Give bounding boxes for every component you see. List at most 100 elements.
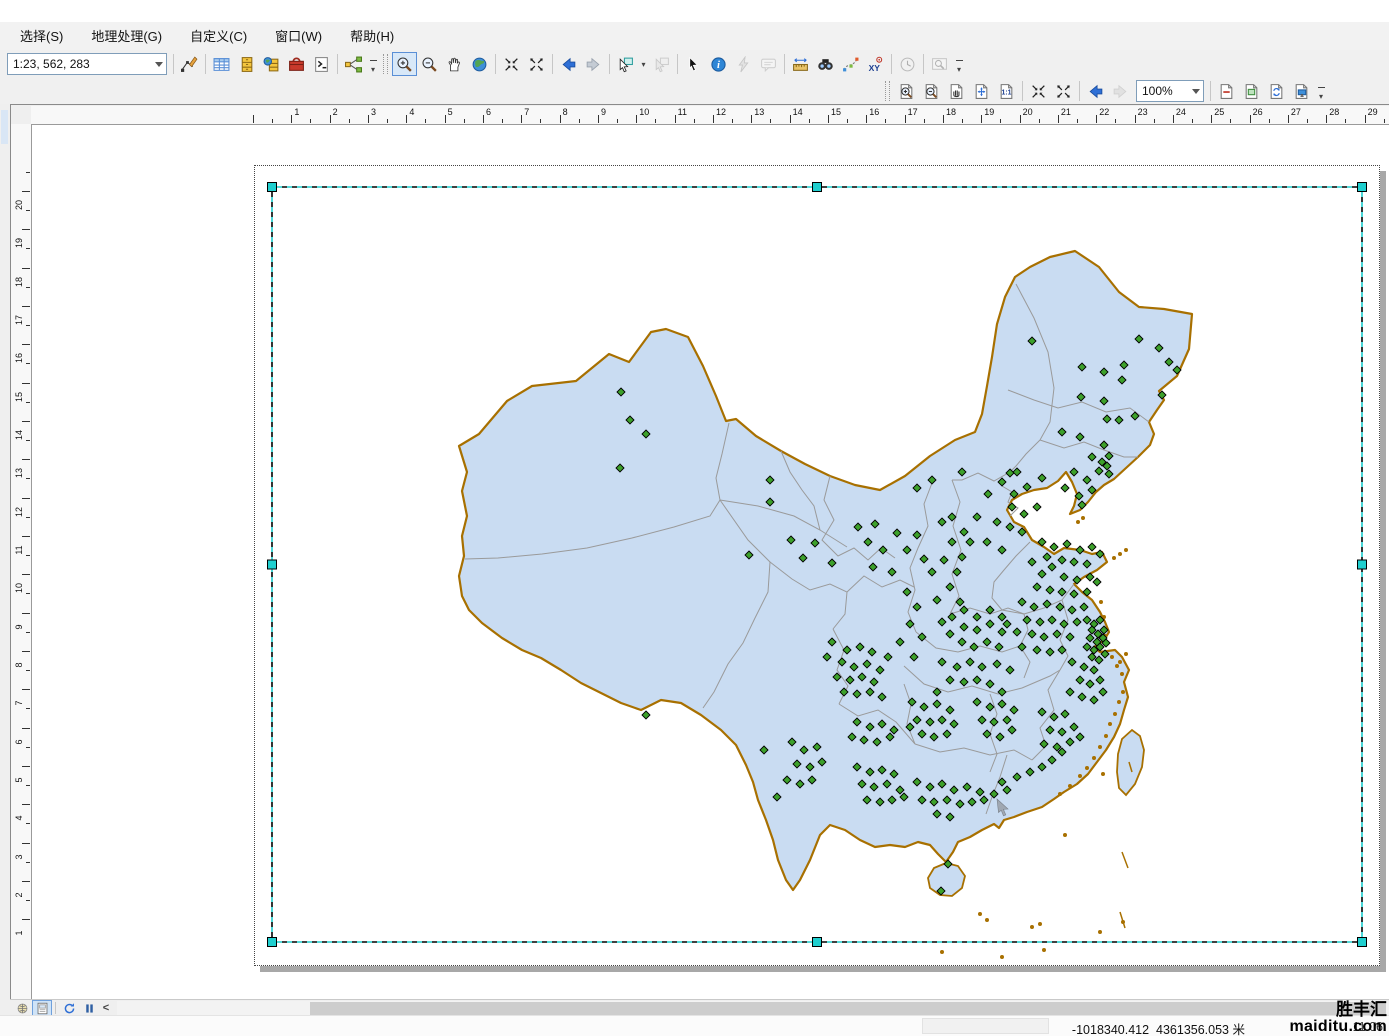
- table-icon: [213, 56, 230, 73]
- menu-selection[interactable]: 选择(S): [6, 21, 77, 51]
- zoom-out-button[interactable]: [417, 52, 442, 76]
- toolbar-grip[interactable]: [383, 54, 388, 74]
- menu-bar: 选择(S)地理处理(G)自定义(C)窗口(W)帮助(H): [0, 22, 1389, 50]
- ruler-major-tick: [790, 115, 791, 123]
- map-scale-combo[interactable]: 1:23, 562, 283: [7, 53, 167, 75]
- go-forward-page-extent-button[interactable]: [1108, 79, 1133, 103]
- ruler-minor-tick: [655, 119, 656, 123]
- ruler-major-tick: [598, 115, 599, 123]
- layout-view-button[interactable]: [32, 1000, 52, 1017]
- catalog-window-button[interactable]: [234, 52, 259, 76]
- ruler-major-tick: [713, 115, 714, 123]
- selection-handle[interactable]: [268, 938, 277, 947]
- toggle-draft-mode-button[interactable]: [1214, 79, 1239, 103]
- ruler-major-tick: [1173, 115, 1174, 123]
- data-frame-selection[interactable]: [255, 166, 1379, 965]
- model-builder-button[interactable]: [341, 52, 366, 76]
- ruler-label: 5: [448, 107, 453, 117]
- zoom-in-button[interactable]: [392, 52, 417, 76]
- cursor-icon: [685, 56, 702, 73]
- change-layout-button[interactable]: [1264, 79, 1289, 103]
- select-features-button[interactable]: [613, 52, 638, 76]
- html-popup-button[interactable]: [756, 52, 781, 76]
- selection-handle[interactable]: [1358, 183, 1367, 192]
- layout-pan-button[interactable]: [944, 79, 969, 103]
- full-extent-button[interactable]: [467, 52, 492, 76]
- viewer-window-button[interactable]: [927, 52, 952, 76]
- refresh-view-button[interactable]: [59, 1000, 79, 1017]
- coordinate-readout: -1018340.412 4361356.053 米: [1072, 1019, 1245, 1036]
- scrollbar-thumb[interactable]: [310, 1002, 1386, 1015]
- zoom-100-percent-button[interactable]: [994, 79, 1019, 103]
- fixed-zoom-in-button[interactable]: [499, 52, 524, 76]
- toc-tab[interactable]: [1, 110, 8, 144]
- layout-fixed-zoom-in-button[interactable]: [1026, 79, 1051, 103]
- hyperlink-button[interactable]: [731, 52, 756, 76]
- data-driven-pages-button[interactable]: [1289, 79, 1314, 103]
- layout-zoom-in-button[interactable]: [894, 79, 919, 103]
- forward-extent-button[interactable]: [581, 52, 606, 76]
- ruler-major-tick: [1211, 115, 1212, 123]
- arcmap-window: 选择(S)地理处理(G)自定义(C)窗口(W)帮助(H) 1:23, 562, …: [0, 0, 1389, 1036]
- layout-overflow[interactable]: ▾: [1314, 84, 1328, 104]
- search-window-button[interactable]: [259, 52, 284, 76]
- arctoolbox-button[interactable]: [284, 52, 309, 76]
- menu-customize[interactable]: 自定义(C): [176, 21, 261, 51]
- toolbar-separator: [609, 54, 610, 74]
- select-elements-button[interactable]: [681, 52, 706, 76]
- select-features-dropdown[interactable]: ▾: [638, 54, 649, 74]
- ruler-major-tick: [1288, 115, 1289, 123]
- menu-help[interactable]: 帮助(H): [336, 21, 408, 51]
- pwhole-icon: [973, 83, 990, 100]
- toolbar-grip[interactable]: [885, 81, 890, 101]
- fwd-icon: [585, 56, 602, 73]
- layout-page[interactable]: [254, 165, 1380, 966]
- ruler-minor-tick: [1192, 119, 1193, 123]
- horizontal-scrollbar[interactable]: [117, 1001, 1389, 1016]
- tools-overflow[interactable]: ▾: [952, 57, 966, 77]
- layout-zoom-out-button[interactable]: [919, 79, 944, 103]
- editor-toolbar-button[interactable]: [177, 52, 202, 76]
- go-to-xy-button[interactable]: [863, 52, 888, 76]
- find-route-button[interactable]: [838, 52, 863, 76]
- selection-handle[interactable]: [813, 938, 822, 947]
- measure-button[interactable]: [788, 52, 813, 76]
- selection-handle[interactable]: [1358, 560, 1367, 569]
- identify-button[interactable]: [706, 52, 731, 76]
- menu-geoprocessing[interactable]: 地理处理(G): [77, 21, 176, 51]
- pause-drawing-button[interactable]: [79, 1000, 99, 1017]
- ruler-minor-tick: [464, 119, 465, 123]
- standard-overflow[interactable]: ▾: [366, 57, 380, 77]
- ruler-major-tick: [675, 115, 676, 123]
- fixed-zoom-out-button[interactable]: [524, 52, 549, 76]
- python-window-button[interactable]: [309, 52, 334, 76]
- selection-handle[interactable]: [268, 183, 277, 192]
- zoom-whole-page-button[interactable]: [969, 79, 994, 103]
- fixed-out-icon: [528, 56, 545, 73]
- ruler-minor-tick: [962, 119, 963, 123]
- menu-window[interactable]: 窗口(W): [261, 21, 336, 51]
- selection-handle[interactable]: [1358, 938, 1367, 947]
- ruler-major-tick: [22, 498, 30, 499]
- time-slider-button[interactable]: [895, 52, 920, 76]
- chevron-down-icon[interactable]: [155, 62, 163, 67]
- selection-handle[interactable]: [268, 560, 277, 569]
- layout-fixed-zoom-out-button[interactable]: [1051, 79, 1076, 103]
- refresh-icon: [63, 1002, 76, 1015]
- data-view-button[interactable]: [12, 1000, 32, 1017]
- ruler-label: 25: [1214, 107, 1224, 117]
- chevron-down-icon[interactable]: [1192, 89, 1200, 94]
- back-extent-button[interactable]: [556, 52, 581, 76]
- zoom-percent-combo[interactable]: 100%: [1136, 80, 1204, 102]
- find-button[interactable]: [813, 52, 838, 76]
- go-back-page-extent-button[interactable]: [1083, 79, 1108, 103]
- selection-handle[interactable]: [813, 183, 822, 192]
- pan-button[interactable]: [442, 52, 467, 76]
- clear-selection-button[interactable]: [649, 52, 674, 76]
- scroll-left-chevron[interactable]: <: [99, 1001, 113, 1016]
- ruler-major-tick: [22, 613, 30, 614]
- table-of-contents-button[interactable]: [209, 52, 234, 76]
- python-icon: [313, 56, 330, 73]
- focus-data-frame-button[interactable]: [1239, 79, 1264, 103]
- ruler-minor-tick: [26, 478, 30, 479]
